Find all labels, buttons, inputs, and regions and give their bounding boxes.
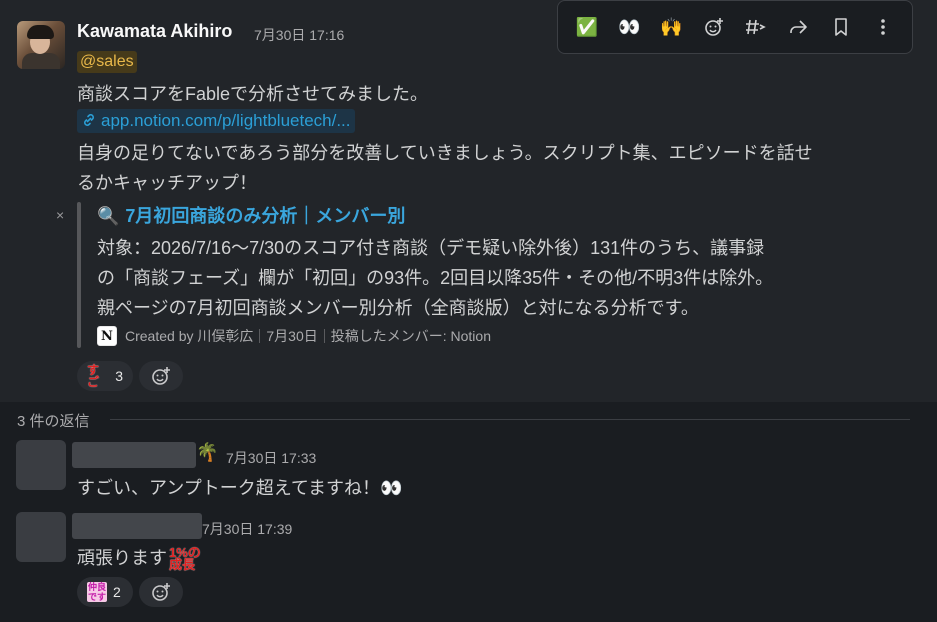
bookmark-button[interactable] (825, 11, 857, 43)
eyes-reaction-button[interactable]: 👀 (613, 11, 645, 43)
magnifier-icon: 🔍 (97, 206, 120, 226)
unfurl-body-2: の「商談フェーズ」欄が「初回」の93件。2回目以降35件・その他/不明3件は除外… (97, 268, 774, 288)
reply-2-text-body: 頑張ります (77, 548, 167, 568)
notion-link-text[interactable]: app.notion.com/p/lightbluetech/... (101, 111, 351, 130)
reaction-sugoi[interactable]: すご 3 (77, 361, 133, 391)
reply-2-timestamp[interactable]: 7月30日 17:39 (202, 519, 292, 539)
add-reaction-icon (152, 583, 170, 601)
eyes-icon: 👀 (618, 16, 641, 37)
replies-count: 3 件の返信 (17, 413, 90, 430)
raised-hands-icon: 🙌 (660, 16, 683, 37)
more-icon (881, 19, 885, 35)
add-reaction-button[interactable] (139, 577, 183, 607)
add-reaction-icon (152, 367, 170, 385)
reply-2-avatar[interactable] (16, 512, 66, 562)
message-line-1: 商談スコアをFableで分析させてみました。 (77, 84, 429, 104)
link-icon (81, 109, 97, 133)
unfurl-title-text[interactable]: 7月初回商談のみ分析｜メンバー別 (125, 206, 405, 226)
check-icon: ✅ (575, 16, 599, 37)
reply-1-text: すごい、アンプトーク超えてますね！👀 (77, 478, 403, 498)
reply-1-author[interactable] (72, 442, 196, 468)
raised-hands-reaction-button[interactable]: 🙌 (656, 11, 688, 43)
growth-stamp-icon: 1%の成長 (169, 545, 201, 573)
pink-stamp-icon: 仲良です (87, 582, 107, 602)
parent-message: Kawamata Akihiro 7月30日 17:16 @sales 商談スコ… (0, 0, 937, 402)
author-name[interactable]: Kawamata Akihiro (77, 21, 232, 42)
message-line-3: るかキャッチアップ！ (77, 173, 257, 193)
more-actions-button[interactable] (867, 11, 899, 43)
forward-icon (790, 20, 808, 34)
add-reaction-button[interactable] (139, 361, 183, 391)
notion-icon: N (97, 326, 117, 346)
channel-hash-icon (746, 19, 766, 35)
unfurl-title[interactable]: 🔍 7月初回商談のみ分析｜メンバー別 (97, 202, 405, 228)
reaction-count: 3 (115, 368, 123, 384)
mention-sales[interactable]: @sales (77, 51, 137, 73)
unfurl-posted-by: 投稿したメンバー: Notion (330, 328, 491, 344)
bookmark-icon (834, 18, 847, 36)
reaction-count: 2 (113, 584, 121, 600)
reply-1-timestamp[interactable]: 7月30日 17:33 (226, 448, 316, 468)
add-reaction-toolbar-button[interactable] (698, 11, 730, 43)
add-reaction-icon (705, 18, 723, 36)
check-reaction-button[interactable]: ✅ (571, 11, 603, 43)
reply-1-avatar[interactable] (16, 440, 66, 490)
replies-divider (110, 419, 910, 420)
notion-link[interactable]: app.notion.com/p/lightbluetech/... (77, 109, 355, 133)
message-line-2: 自身の足りてないであろう部分を改善していきましょう。スクリプト集、エピソードを話… (77, 143, 813, 163)
unfurl-created-by: Created by 川俣彰広 (125, 328, 254, 344)
message-timestamp[interactable]: 7月30日 17:16 (254, 25, 344, 45)
unfurl-footer: N Created by 川俣彰広 7月30日 投稿したメンバー: Notion (97, 326, 491, 346)
reaction-pink-stamp[interactable]: 仲良です 2 (77, 577, 133, 607)
remove-unfurl-button[interactable]: × (56, 207, 64, 223)
sugoi-stamp-icon: すご (87, 363, 100, 389)
reply-2-author[interactable] (72, 513, 202, 539)
channel-hash-button[interactable] (740, 11, 772, 43)
palm-tree-icon: 🌴 (196, 442, 219, 462)
unfurl-body-1: 対象：2026/7/16〜7/30のスコア付き商談（デモ疑い除外後）131件のう… (97, 238, 765, 258)
forward-button[interactable] (782, 11, 814, 43)
message-actions-toolbar: ✅ 👀 🙌 (557, 0, 913, 54)
unfurl-border (77, 202, 81, 348)
author-avatar[interactable] (17, 21, 65, 69)
unfurl-date: 7月30日 (266, 328, 318, 344)
unfurl-body-3: 親ページの7月初回商談メンバー別分析（全商談版）と対になる分析です。 (97, 298, 699, 318)
reply-2-text: 頑張ります 1%の成長 (77, 544, 203, 571)
